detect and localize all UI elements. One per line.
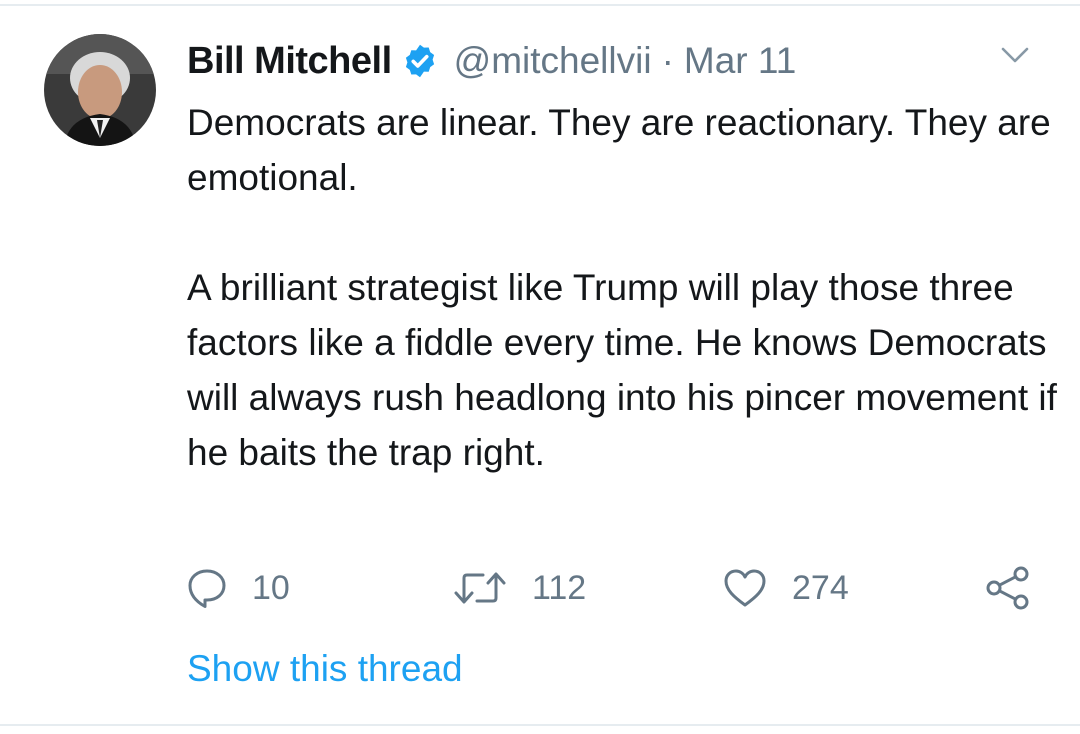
reply-count: 10 xyxy=(252,568,290,607)
separator-dot: · xyxy=(661,40,674,81)
show-thread-link[interactable]: Show this thread xyxy=(187,643,463,695)
tweet-date[interactable]: Mar 11 xyxy=(684,40,796,82)
avatar[interactable] xyxy=(44,34,156,146)
reply-button[interactable]: 10 xyxy=(186,560,290,616)
tweet-paragraph: Democrats are linear. They are reactiona… xyxy=(187,102,1051,198)
tweet-paragraph: A brilliant strategist like Trump will p… xyxy=(187,267,1057,473)
retweet-icon xyxy=(452,567,508,609)
bottom-divider xyxy=(0,724,1080,726)
retweet-button[interactable]: 112 xyxy=(452,560,586,616)
tweet-header: Bill Mitchell @mitchellvii · Mar 11 xyxy=(187,36,796,86)
retweet-count: 112 xyxy=(532,568,587,607)
heart-icon xyxy=(722,567,768,609)
top-divider xyxy=(0,4,1080,6)
reply-icon xyxy=(186,567,228,609)
like-count: 274 xyxy=(792,568,849,607)
verified-badge-icon xyxy=(402,43,438,79)
action-bar: 10 112 274 xyxy=(0,560,1080,616)
like-button[interactable]: 274 xyxy=(722,560,849,616)
author-handle[interactable]: @mitchellvii xyxy=(454,40,652,82)
chevron-down-icon[interactable] xyxy=(1000,44,1030,66)
author-name[interactable]: Bill Mitchell xyxy=(187,40,392,83)
tweet-text: Democrats are linear. They are reactiona… xyxy=(187,95,1057,480)
share-icon xyxy=(985,565,1031,611)
share-button[interactable] xyxy=(985,560,1031,616)
